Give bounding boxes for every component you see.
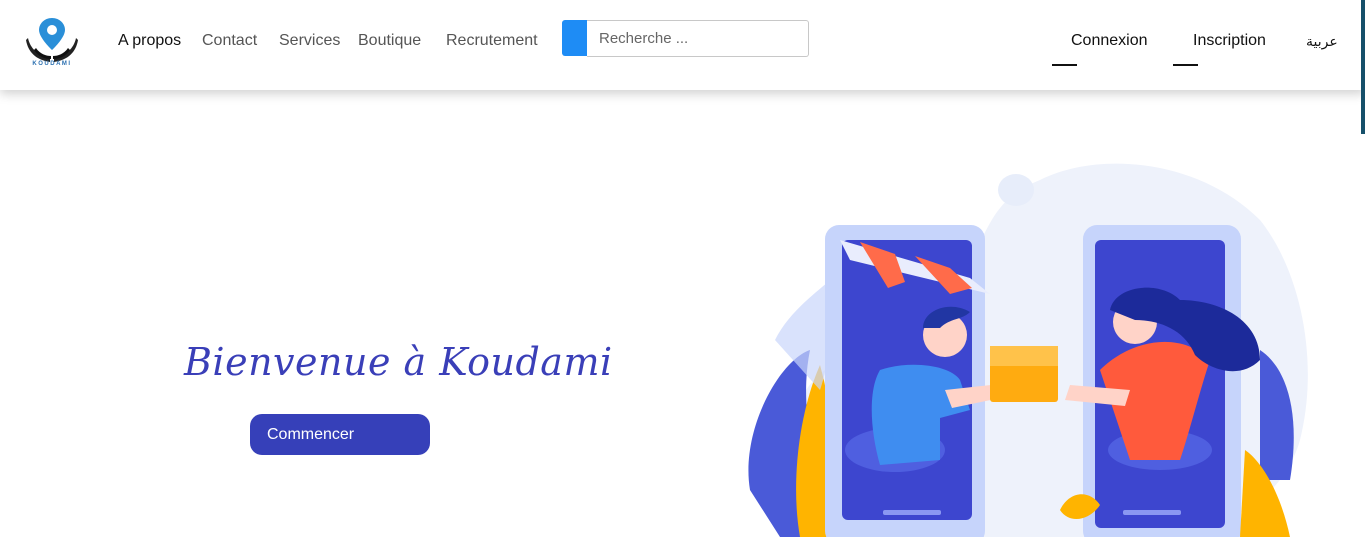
scrollbar-thumb[interactable] [1361,0,1365,134]
login-underline [1052,64,1077,66]
login-link[interactable]: Connexion [1071,32,1148,50]
nav-item-boutique[interactable]: Boutique [358,32,421,50]
register-underline [1173,64,1198,66]
nav-item-a-propos[interactable]: A propos [118,32,181,50]
cloud-shape [998,174,1034,206]
delivery-illustration [748,163,1308,537]
nav-item-contact[interactable]: Contact [202,32,257,50]
right-phone-home-bar [1123,510,1181,515]
hero-title: Bienvenue à Koudami [184,340,613,384]
logo-text: KOUDAMI [32,61,72,67]
nav-item-recrutement[interactable]: Recrutement [446,32,538,50]
search-button[interactable] [562,20,587,56]
left-phone-home-bar [883,510,941,515]
start-button[interactable]: Commencer [250,414,430,455]
register-link[interactable]: Inscription [1193,32,1266,50]
language-switch-link[interactable]: عربية [1306,33,1338,50]
package-lid [990,346,1058,366]
nav-item-services[interactable]: Services [279,32,340,50]
top-navbar: KOUDAMI A propos Contact Services Boutiq… [0,0,1365,90]
search-input[interactable] [587,20,809,57]
